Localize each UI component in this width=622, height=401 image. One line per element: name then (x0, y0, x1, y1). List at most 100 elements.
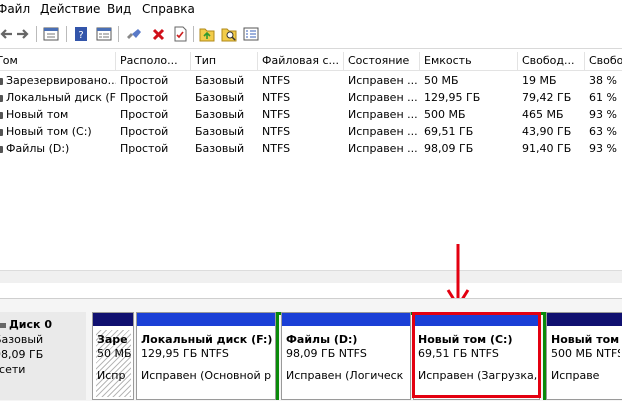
cell-filesystem: NTFS (262, 108, 291, 121)
svg-text:?: ? (78, 30, 83, 41)
partition-new-volume[interactable]: Новый том 500 МБ NTFS Исправе (546, 312, 622, 400)
partition-header (93, 313, 133, 326)
forward-icon[interactable] (13, 24, 33, 44)
table-row[interactable]: Новый том (C:) Простой Базовый NTFS Испр… (0, 123, 622, 140)
properties-icon[interactable] (94, 24, 114, 44)
partition-header (282, 313, 410, 326)
volume-icon (0, 111, 3, 119)
menu-bar: Файл Действие Вид Справка (0, 0, 622, 18)
table-row[interactable]: Локальный диск (F:) Простой Базовый NTFS… (0, 89, 622, 106)
partition-files-d[interactable]: Файлы (D:) 98,09 ГБ NTFS Исправен (Логич… (281, 312, 411, 400)
partition-name: Файлы (D:) (286, 333, 358, 346)
partition-size: 98,09 ГБ NTFS (286, 347, 367, 360)
cell-volume: Локальный диск (F:) (0, 89, 116, 106)
cell-percent-free: 93 % (589, 142, 617, 155)
cell-capacity: 500 МБ (424, 108, 466, 121)
disk-size: 98,09 ГБ (0, 348, 44, 361)
cell-free: 465 МБ (522, 108, 564, 121)
disk-info-panel[interactable]: Диск 0 Базовый 98,09 ГБ В сети (0, 312, 86, 400)
partition-name: Новый том (551, 333, 620, 346)
table-header: Том Располо... Тип Файловая с... Состоян… (0, 52, 622, 71)
disk-status: В сети (0, 363, 26, 376)
cell-status: Исправен ... (348, 74, 418, 87)
partition-size: 500 МБ NTFS (551, 347, 620, 360)
partition-reserved[interactable]: Заре 50 МБ Испр (92, 312, 134, 400)
partition-header (137, 313, 275, 326)
volume-icon (0, 94, 3, 102)
cell-percent-free: 63 % (589, 125, 617, 138)
cell-capacity: 50 МБ (424, 74, 459, 87)
partition-state: Исправен (Основной р (141, 369, 272, 382)
disk-icon (0, 322, 6, 328)
col-header-free[interactable]: Свобод... (518, 52, 585, 70)
cell-volume: Новый том (C:) (0, 123, 116, 140)
col-header-layout[interactable]: Располо... (116, 52, 191, 70)
cell-free: 19 МБ (522, 74, 557, 87)
menu-action[interactable]: Действие (40, 2, 100, 16)
cell-capacity: 69,51 ГБ (424, 125, 474, 138)
cell-status: Исправен ... (348, 142, 418, 155)
partition-state: Исправен (Логическ (286, 369, 404, 382)
menu-file[interactable]: Файл (0, 2, 30, 16)
cell-capacity: 98,09 ГБ (424, 142, 474, 155)
connect-icon[interactable] (124, 24, 144, 44)
partition-state: Испр (97, 369, 126, 382)
col-header-filesystem[interactable]: Файловая с... (258, 52, 344, 70)
partition-name: Локальный диск (F:) (141, 333, 273, 346)
table-row[interactable]: Файлы (D:) Простой Базовый NTFS Исправен… (0, 140, 622, 157)
partition-header (547, 313, 622, 326)
volume-icon (0, 145, 3, 153)
col-header-volume[interactable]: Том (0, 52, 116, 70)
menu-help[interactable]: Справка (142, 2, 195, 16)
check-icon[interactable] (170, 24, 190, 44)
folder-open-icon[interactable] (197, 24, 217, 44)
cell-filesystem: NTFS (262, 142, 291, 155)
col-header-capacity[interactable]: Емкость (420, 52, 518, 70)
cell-type: Базовый (195, 142, 245, 155)
search-icon[interactable] (219, 24, 239, 44)
cell-percent-free: 61 % (589, 91, 617, 104)
cell-volume: Файлы (D:) (0, 140, 116, 157)
cell-filesystem: NTFS (262, 74, 291, 87)
cell-status: Исправен ... (348, 91, 418, 104)
show-hide-tree-icon[interactable] (41, 24, 61, 44)
col-header-status[interactable]: Состояние (344, 52, 420, 70)
partition-size: 50 МБ (97, 347, 131, 360)
cell-layout: Простой (120, 108, 169, 121)
cell-layout: Простой (120, 74, 169, 87)
volume-icon (0, 128, 3, 136)
cell-type: Базовый (195, 108, 245, 121)
cell-type: Базовый (195, 125, 245, 138)
cell-free: 43,90 ГБ (522, 125, 572, 138)
help-icon[interactable]: ? (71, 24, 91, 44)
cell-type: Базовый (195, 91, 245, 104)
disk-name: Диск 0 (0, 318, 52, 331)
cell-filesystem: NTFS (262, 125, 291, 138)
partition-name: Заре (97, 333, 128, 346)
partition-state: Исправе (551, 369, 600, 382)
cell-layout: Простой (120, 125, 169, 138)
partition-size: 129,95 ГБ NTFS (141, 347, 229, 360)
cell-status: Исправен ... (348, 125, 418, 138)
cell-layout: Простой (120, 91, 169, 104)
cell-free: 91,40 ГБ (522, 142, 572, 155)
pane-splitter[interactable] (0, 270, 622, 283)
cell-type: Базовый (195, 74, 245, 87)
table-row[interactable]: Новый том Простой Базовый NTFS Исправен … (0, 106, 622, 123)
delete-icon[interactable] (148, 24, 168, 44)
disk-type: Базовый (0, 333, 44, 346)
cell-percent-free: 38 % (589, 74, 617, 87)
volume-icon (0, 77, 3, 85)
menu-view[interactable]: Вид (107, 2, 131, 16)
cell-volume: Новый том (0, 106, 116, 123)
cell-volume: Зарезервировано... (0, 72, 116, 89)
highlight-box (412, 312, 541, 398)
col-header-type[interactable]: Тип (191, 52, 258, 70)
settings-icon[interactable] (241, 24, 261, 44)
cell-free: 79,42 ГБ (522, 91, 572, 104)
table-row[interactable]: Зарезервировано... Простой Базовый NTFS … (0, 72, 622, 89)
col-header-percent-free[interactable]: Свобод (585, 52, 622, 70)
cell-percent-free: 93 % (589, 108, 617, 121)
cell-filesystem: NTFS (262, 91, 291, 104)
partition-local-disk-f[interactable]: Локальный диск (F:) 129,95 ГБ NTFS Испра… (136, 312, 276, 400)
